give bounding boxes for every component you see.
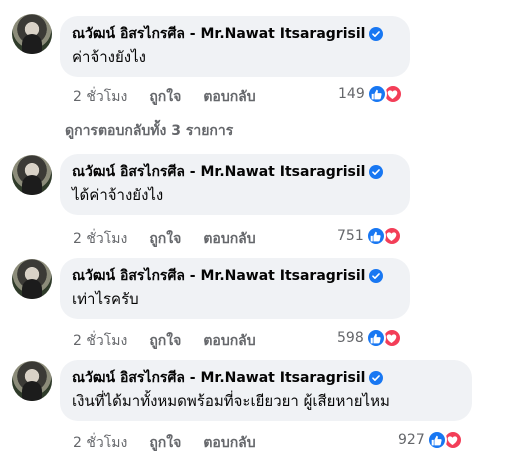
like-button[interactable]: ถูกใจ xyxy=(149,432,181,452)
reaction-count: 751 xyxy=(337,228,364,244)
verified-badge-icon xyxy=(369,165,384,179)
comment-text: ได้ค่าจ้างยังไง xyxy=(72,186,164,204)
author-name[interactable]: ณวัฒน์ อิสรไกรศีล - Mr.Nawat Itsaragrisi… xyxy=(72,25,365,43)
like-reaction-icon xyxy=(426,430,447,450)
like-reaction-icon xyxy=(366,84,387,104)
comment-text: ค่าจ้างยังไง xyxy=(72,48,146,66)
comment-time[interactable]: 2 ชั่วโมง xyxy=(73,86,127,108)
view-replies-link[interactable]: ดูการตอบกลับทั้ง 3 รายการ xyxy=(65,120,233,142)
comment-bubble: ณวัฒน์ อิสรไกรศีล - Mr.Nawat Itsaragrisi… xyxy=(60,16,410,77)
reaction-summary[interactable]: 751 xyxy=(337,226,402,246)
avatar[interactable] xyxy=(12,361,52,401)
like-button[interactable]: ถูกใจ xyxy=(149,86,181,108)
comment-time[interactable]: 2 ชั่วโมง xyxy=(73,432,127,452)
like-reaction-icon xyxy=(365,226,386,246)
comment-time[interactable]: 2 ชั่วโมง xyxy=(73,330,127,352)
like-button[interactable]: ถูกใจ xyxy=(149,330,181,352)
avatar[interactable] xyxy=(12,155,52,195)
reply-button[interactable]: ตอบกลับ xyxy=(203,330,255,352)
reply-button[interactable]: ตอบกลับ xyxy=(203,228,255,250)
author-name[interactable]: ณวัฒน์ อิสรไกรศีล - Mr.Nawat Itsaragrisi… xyxy=(72,267,365,285)
reaction-summary[interactable]: 927 xyxy=(398,430,463,450)
comment-text: เงินที่ได้มาทั้งหมดพร้อมที่จะเยียวยา ผู้… xyxy=(72,392,390,410)
avatar[interactable] xyxy=(12,14,52,54)
like-button[interactable]: ถูกใจ xyxy=(149,228,181,250)
reply-button[interactable]: ตอบกลับ xyxy=(203,86,255,108)
comment-time[interactable]: 2 ชั่วโมง xyxy=(73,228,127,250)
reaction-summary[interactable]: 149 xyxy=(338,84,403,104)
reaction-summary[interactable]: 598 xyxy=(337,328,402,348)
comment-text: เท่าไรครับ xyxy=(72,290,139,308)
like-reaction-icon xyxy=(365,328,386,348)
comment-bubble: ณวัฒน์ อิสรไกรศีล - Mr.Nawat Itsaragrisi… xyxy=(60,258,410,319)
verified-badge-icon xyxy=(369,269,384,283)
verified-badge-icon xyxy=(369,371,384,385)
reaction-count: 149 xyxy=(338,86,365,102)
reaction-count: 598 xyxy=(337,330,364,346)
author-name[interactable]: ณวัฒน์ อิสรไกรศีล - Mr.Nawat Itsaragrisi… xyxy=(72,163,365,181)
verified-badge-icon xyxy=(369,27,384,41)
author-name[interactable]: ณวัฒน์ อิสรไกรศีล - Mr.Nawat Itsaragrisi… xyxy=(72,369,365,387)
reaction-count: 927 xyxy=(398,432,425,448)
avatar[interactable] xyxy=(12,259,52,299)
reply-button[interactable]: ตอบกลับ xyxy=(203,432,255,452)
comment-bubble: ณวัฒน์ อิสรไกรศีล - Mr.Nawat Itsaragrisi… xyxy=(60,360,472,421)
comment-bubble: ณวัฒน์ อิสรไกรศีล - Mr.Nawat Itsaragrisi… xyxy=(60,154,410,215)
